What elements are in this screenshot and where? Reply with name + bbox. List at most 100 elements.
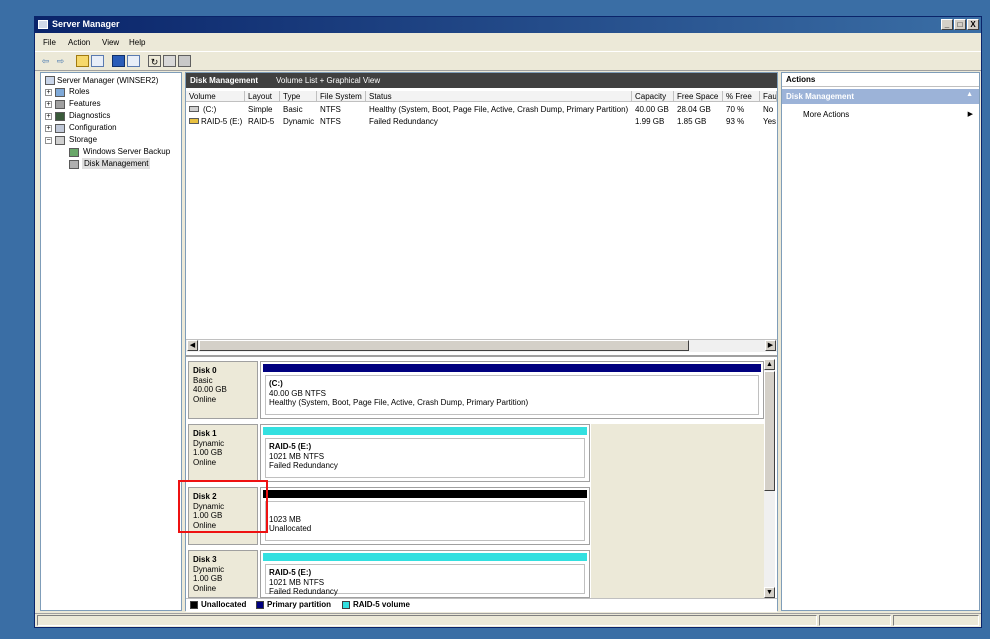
legend-label-raid5: RAID-5 volume — [353, 600, 410, 609]
pane-title: Disk Management — [190, 76, 259, 85]
cell-percent-free: 93 % — [726, 117, 745, 126]
scroll-up-icon[interactable]: ▲ — [764, 359, 775, 370]
tree-item-features[interactable]: Features — [69, 98, 101, 109]
disk-type: Dynamic — [193, 438, 225, 448]
cell-status: Failed Redundancy — [369, 117, 438, 126]
title-bar[interactable]: Server Manager _ □ X — [35, 17, 981, 33]
back-arrow-icon[interactable]: ⇦ — [39, 55, 52, 67]
vertical-scrollbar[interactable]: ▲ ▼ — [764, 359, 775, 598]
features-icon — [55, 100, 65, 109]
expand-roles-icon[interactable]: + — [45, 89, 52, 96]
menu-file[interactable]: File — [43, 38, 56, 47]
minimize-button[interactable]: _ — [941, 19, 953, 30]
tree-item-windows-server-backup[interactable]: Windows Server Backup — [83, 146, 170, 157]
collapse-storage-icon[interactable]: − — [45, 137, 52, 144]
graphical-view: Disk 0 Basic 40.00 GB Online (C:) 40.00 … — [186, 355, 777, 612]
tree-item-disk-management[interactable]: Disk Management — [82, 158, 151, 169]
tree-item-configuration[interactable]: Configuration — [69, 122, 117, 133]
tree-item-diagnostics[interactable]: Diagnostics — [69, 110, 110, 121]
disk-name: Disk 3 — [193, 555, 217, 564]
legend-swatch-unallocated — [190, 601, 198, 609]
actions-pane: Actions Disk Management ▲ More Actions ▶ — [781, 72, 980, 611]
cell-volume: RAID-5 (E:) — [201, 117, 243, 126]
more-actions-item[interactable]: More Actions — [803, 110, 849, 119]
expand-configuration-icon[interactable]: + — [45, 125, 52, 132]
col-fault-tolerance[interactable]: Fau — [760, 91, 777, 102]
console-tree: Server Manager (WINSER2) + Roles + Featu… — [40, 72, 182, 611]
volume-raid5-disk1[interactable]: RAID-5 (E:) 1021 MB NTFS Failed Redundan… — [260, 424, 590, 482]
properties-icon[interactable] — [163, 55, 176, 67]
disk-1-info[interactable]: Disk 1 Dynamic 1.00 GB Online — [188, 424, 258, 482]
legend-swatch-primary — [256, 601, 264, 609]
volume-list-header: Volume Layout Type File System Status Ca… — [186, 91, 777, 103]
tree-item-storage[interactable]: Storage — [69, 134, 97, 145]
disk-size: 1.00 GB — [193, 511, 223, 520]
view-icon[interactable] — [127, 55, 140, 67]
scroll-down-icon[interactable]: ▼ — [764, 587, 775, 598]
col-status[interactable]: Status — [366, 91, 632, 102]
cell-file-system: NTFS — [320, 117, 341, 126]
collapse-caret-icon[interactable]: ▲ — [966, 91, 973, 98]
disk-2-info[interactable]: Disk 2 Dynamic 1.00 GB Online — [188, 487, 258, 545]
col-layout[interactable]: Layout — [245, 91, 280, 102]
empty-area — [591, 424, 764, 598]
col-free-space[interactable]: Free Space — [674, 91, 723, 102]
scroll-left-icon[interactable]: ◀ — [187, 340, 198, 351]
menu-action[interactable]: Action — [68, 38, 90, 47]
volume-name: RAID-5 (E:) — [269, 442, 312, 451]
disk-management-icon — [69, 160, 79, 169]
actions-section-label: Disk Management — [786, 92, 855, 101]
forward-arrow-icon[interactable]: ⇨ — [54, 55, 67, 67]
legend-label-unallocated: Unallocated — [201, 600, 247, 609]
server-manager-window: Server Manager _ □ X File Action View He… — [34, 16, 982, 628]
submenu-arrow-icon[interactable]: ▶ — [968, 110, 973, 118]
expand-diagnostics-icon[interactable]: + — [45, 113, 52, 120]
disk-state: Online — [193, 520, 217, 530]
help-icon[interactable] — [112, 55, 125, 67]
close-button[interactable]: X — [967, 19, 979, 30]
actions-section-disk-management[interactable]: Disk Management ▲ — [782, 89, 979, 104]
refresh-icon[interactable]: ↻ — [148, 55, 161, 67]
status-segment — [893, 615, 979, 626]
scroll-thumb[interactable] — [199, 340, 689, 351]
legend-label-primary: Primary partition — [267, 600, 332, 609]
col-type[interactable]: Type — [280, 91, 317, 102]
disk-size: 1.00 GB — [193, 574, 223, 583]
volume-size: 1021 MB NTFS — [269, 451, 325, 461]
actions-title: Actions — [786, 75, 816, 84]
volume-c[interactable]: (C:) 40.00 GB NTFS Healthy (System, Boot… — [260, 361, 764, 419]
col-volume[interactable]: Volume — [186, 91, 245, 102]
horizontal-scrollbar[interactable]: ◀ ▶ — [186, 339, 777, 352]
volume-size: 40.00 GB NTFS — [269, 388, 326, 398]
tree-root[interactable]: Server Manager (WINSER2) — [57, 75, 158, 86]
disk-state: Online — [193, 457, 217, 467]
cell-type: Dynamic — [283, 117, 315, 126]
disk-name: Disk 2 — [193, 492, 217, 501]
disk-icon[interactable] — [178, 55, 191, 67]
volume-status: Failed Redundancy — [269, 587, 338, 596]
scroll-right-icon[interactable]: ▶ — [765, 340, 776, 351]
maximize-button[interactable]: □ — [954, 19, 966, 30]
cell-volume: (C:) — [203, 105, 217, 114]
tree-item-roles[interactable]: Roles — [69, 86, 89, 97]
volume-status: Failed Redundancy — [269, 461, 338, 470]
col-percent-free[interactable]: % Free — [723, 91, 760, 102]
vertical-scroll-thumb[interactable] — [764, 371, 775, 491]
show-hide-tree-icon[interactable] — [91, 55, 104, 67]
col-capacity[interactable]: Capacity — [632, 91, 674, 102]
cell-free-space: 1.85 GB — [677, 117, 707, 126]
expand-features-icon[interactable]: + — [45, 101, 52, 108]
menu-help[interactable]: Help — [129, 38, 145, 47]
cell-file-system: NTFS — [320, 105, 341, 114]
disk-3-info[interactable]: Disk 3 Dynamic 1.00 GB Online — [188, 550, 258, 598]
menu-view[interactable]: View — [102, 38, 119, 47]
disk-0-info[interactable]: Disk 0 Basic 40.00 GB Online — [188, 361, 258, 419]
volume-raid5-disk3[interactable]: RAID-5 (E:) 1021 MB NTFS Failed Redundan… — [260, 550, 590, 598]
disk-state: Online — [193, 394, 217, 404]
up-folder-icon[interactable] — [76, 55, 89, 67]
storage-icon — [55, 136, 65, 145]
unallocated-disk2[interactable]: 1023 MB Unallocated — [260, 487, 590, 545]
volume-status: Unallocated — [269, 524, 312, 533]
col-file-system[interactable]: File System — [317, 91, 366, 102]
cell-layout: RAID-5 — [248, 117, 275, 126]
